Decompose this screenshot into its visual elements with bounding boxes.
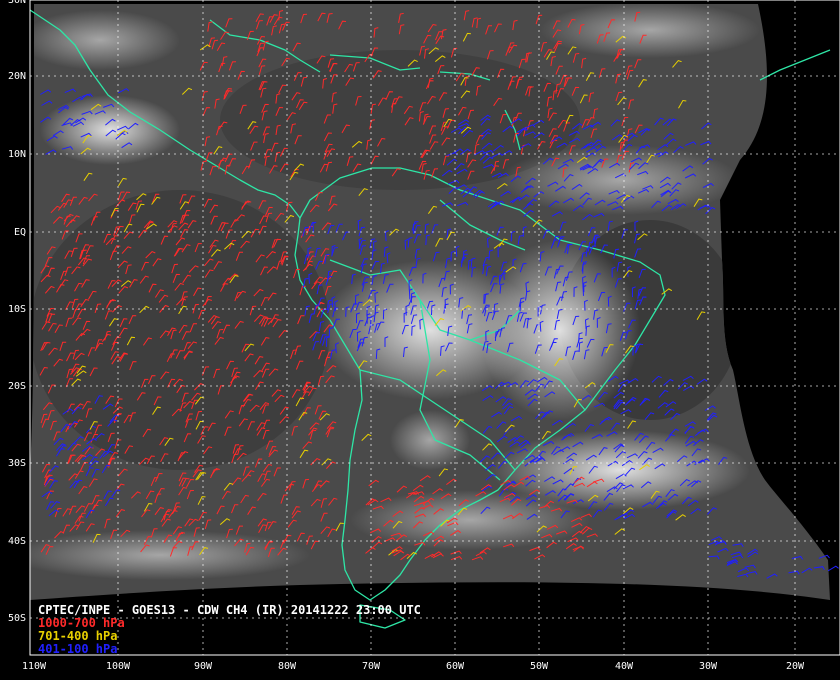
lat-label: 10S: [7, 304, 26, 315]
satellite-map: [0, 0, 840, 680]
lon-label: 110W: [21, 661, 47, 672]
caption: CPTEC/INPE - GOES13 - CDW CH4 (IR) 20141…: [38, 604, 421, 656]
lon-label: 30W: [698, 661, 718, 672]
lon-label: 90W: [193, 661, 213, 672]
lat-label: 50S: [7, 613, 26, 624]
lat-label: 40S: [7, 536, 26, 547]
legend-high-level: 401-100 hPa: [38, 642, 118, 656]
lon-label: 50W: [529, 661, 549, 672]
lon-label: 20W: [785, 661, 805, 672]
lat-label: EQ: [13, 227, 26, 238]
lon-label: 80W: [277, 661, 297, 672]
lat-label: 10N: [7, 149, 26, 160]
lat-label: 20N: [7, 71, 26, 82]
lon-label: 100W: [105, 661, 131, 672]
lon-label: 60W: [445, 661, 465, 672]
lon-label: 40W: [614, 661, 634, 672]
earth-disk: [30, 4, 830, 600]
lat-label: 30N: [7, 0, 26, 6]
lat-label: 20S: [7, 381, 26, 392]
lon-label: 70W: [361, 661, 381, 672]
lat-label: 30S: [7, 458, 26, 469]
